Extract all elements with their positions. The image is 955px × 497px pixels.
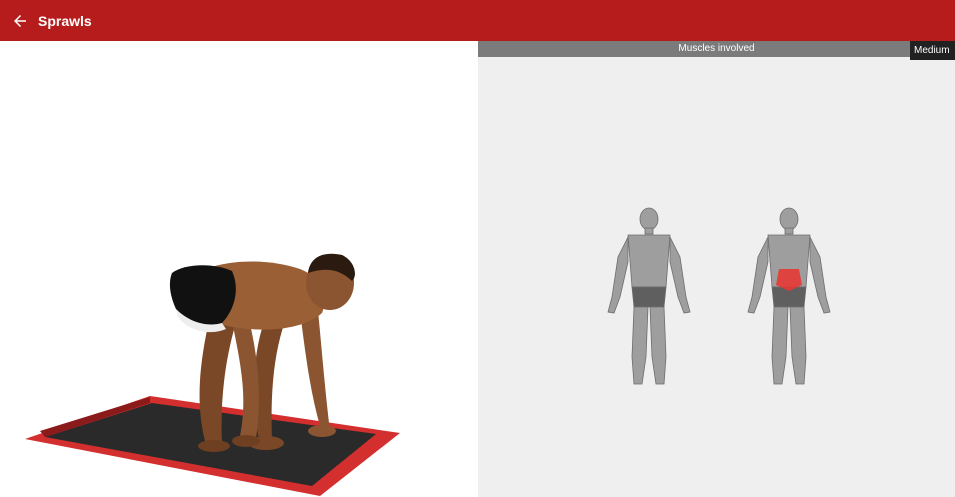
- muscles-header: Muscles involved: [478, 41, 955, 57]
- back-button[interactable]: [0, 0, 40, 41]
- front-body-figure: [607, 207, 691, 385]
- muscle-map: [607, 207, 831, 385]
- page-title: Sprawls: [38, 12, 92, 29]
- arrow-left-icon: [14, 14, 26, 27]
- exercise-illustration-panel: [0, 41, 478, 497]
- back-body-figure: [747, 207, 831, 385]
- app-bar: Sprawls: [0, 0, 955, 41]
- muscles-panel: Muscles involved Medium: [478, 41, 955, 497]
- athlete-on-mat-illustration: [25, 253, 400, 496]
- difficulty-badge: Medium: [910, 41, 955, 60]
